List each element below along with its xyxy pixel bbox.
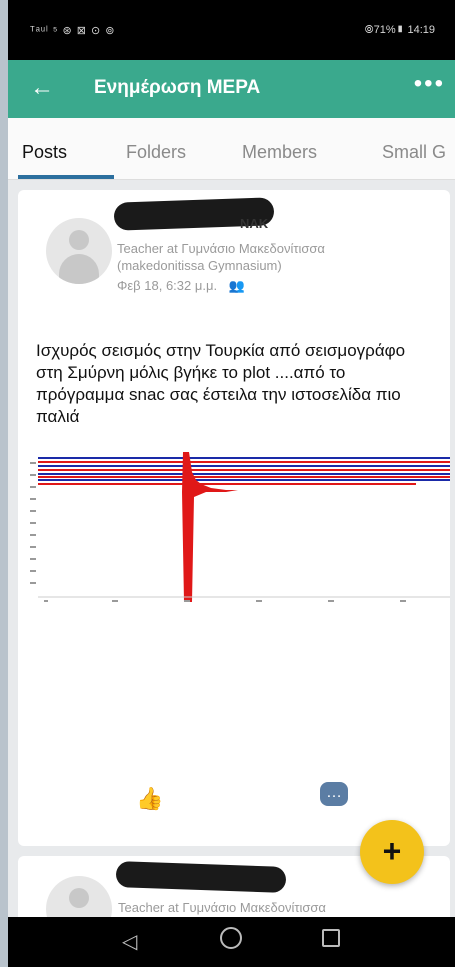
app-bar: ← Ενημέρωση ΜΕΡΑ ••• xyxy=(8,60,455,118)
nav-home-icon[interactable] xyxy=(220,927,242,949)
post-meta: Φεβ 18, 6:32 μ.μ. 👥 xyxy=(117,278,245,294)
avatar-body-shape xyxy=(59,254,99,284)
group-audience-icon: 👥 xyxy=(228,278,245,293)
comment-icon[interactable]: … xyxy=(320,782,348,806)
post-timestamp: Φεβ 18, 6:32 μ.μ. xyxy=(117,278,218,293)
add-post-button[interactable]: + xyxy=(360,820,424,884)
tab-folders[interactable]: Folders xyxy=(126,142,186,163)
tab-posts[interactable]: Posts xyxy=(22,142,67,163)
system-navigation-bar: ◁ xyxy=(8,917,455,967)
author-school-line: (makedonitissa Gymnasium) xyxy=(117,258,282,273)
avatar[interactable] xyxy=(46,876,112,917)
redacted-author-name xyxy=(115,861,287,893)
author-role-line: Teacher at Γυμνάσιο Μακεδονίτισσα xyxy=(117,241,325,256)
tab-bar: Posts Folders Members Small G xyxy=(8,118,455,180)
post-body: Ισχυρός σεισμός στην Τουρκία από σεισμογ… xyxy=(36,341,406,426)
status-bar: ᵀᵃᵘˡ ⁵ ⊛ ⊠ ⊙ ⊚ ⦾71%▮ 14:19 xyxy=(8,0,455,60)
avatar-head-shape xyxy=(69,230,89,250)
nav-back-icon[interactable]: ◁ xyxy=(122,929,137,954)
author-role: Teacher at Γυμνάσιο Μακεδονίτισσα xyxy=(118,900,326,915)
like-icon[interactable]: 👍 xyxy=(136,786,163,812)
posts-feed[interactable]: NAK Teacher at Γυμνάσιο Μακεδονίτισσα (m… xyxy=(8,180,455,917)
status-icons: ᵀᵃᵘˡ ⁵ ⊛ ⊠ ⊙ ⊚ xyxy=(30,25,116,37)
group-title: Ενημέρωση ΜΕΡΑ xyxy=(94,77,261,98)
author-role: Teacher at Γυμνάσιο Μακεδονίτισσα (maked… xyxy=(117,240,427,274)
tab-small-groups[interactable]: Small G xyxy=(382,142,446,163)
back-arrow-icon[interactable]: ← xyxy=(30,74,54,102)
tab-members[interactable]: Members xyxy=(242,142,317,163)
more-options-icon[interactable]: ••• xyxy=(414,70,445,98)
seismogram-image[interactable] xyxy=(26,452,450,607)
phone-screen: ᵀᵃᵘˡ ⁵ ⊛ ⊠ ⊙ ⊚ ⦾71%▮ 14:19 ← Ενημέρωση Μ… xyxy=(8,0,455,967)
nav-recents-icon[interactable] xyxy=(322,929,340,947)
avatar[interactable] xyxy=(46,218,112,284)
status-time-battery: ⦾71%▮ 14:19 xyxy=(364,24,435,36)
post-card: NAK Teacher at Γυμνάσιο Μακεδονίτισσα (m… xyxy=(18,190,450,846)
avatar-head-shape xyxy=(69,888,89,908)
active-tab-indicator xyxy=(18,175,114,179)
author-name-tail: NAK xyxy=(240,216,269,231)
